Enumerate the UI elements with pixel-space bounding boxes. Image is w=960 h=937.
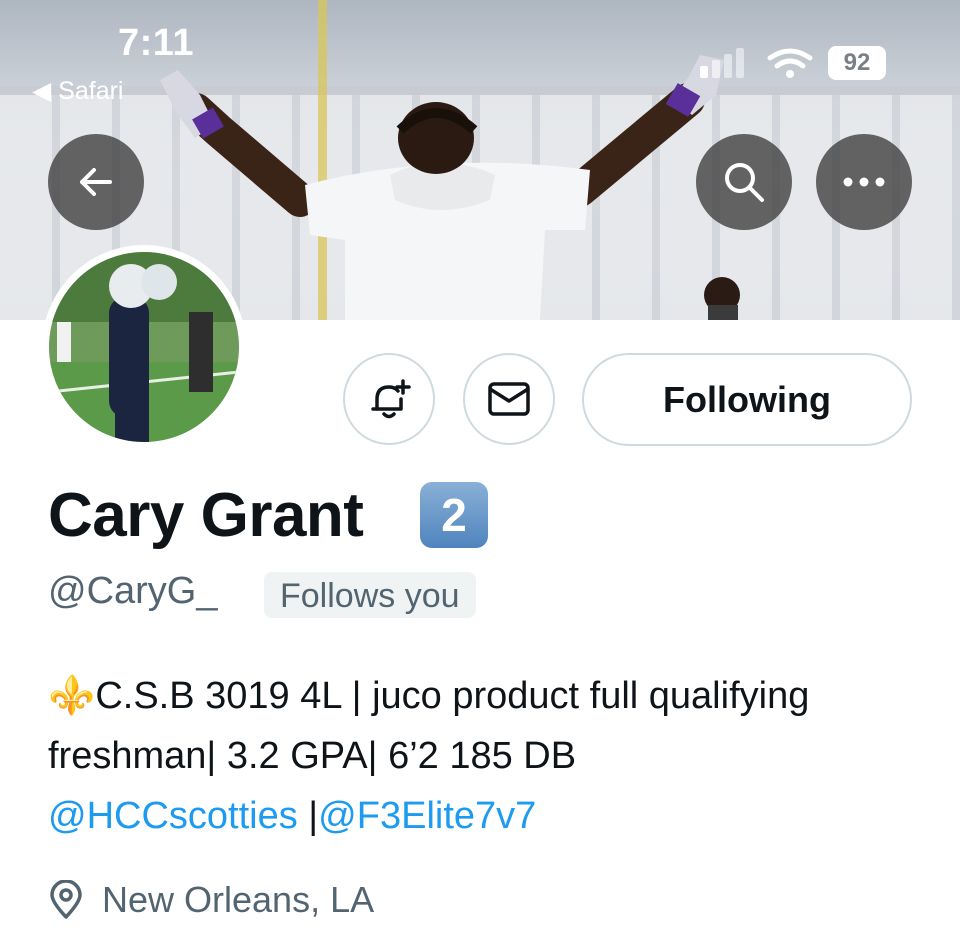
status-back-to-app[interactable]: ◀ Safari bbox=[32, 76, 123, 106]
bell-plus-icon bbox=[371, 379, 411, 419]
avatar-photo bbox=[49, 252, 239, 442]
avatar-image bbox=[49, 252, 239, 442]
notify-button[interactable] bbox=[343, 353, 435, 445]
arrow-left-icon bbox=[80, 168, 112, 196]
location-pin-icon bbox=[50, 880, 82, 919]
profile-handle: @CaryG_ bbox=[48, 570, 218, 612]
profile-bio: ⚜️C.S.B 3019 4L | juco product full qual… bbox=[48, 666, 928, 846]
status-back-label: Safari bbox=[58, 77, 124, 105]
fleur-de-lis-icon: ⚜️ bbox=[48, 675, 96, 717]
envelope-icon bbox=[488, 382, 530, 416]
search-icon bbox=[725, 163, 764, 202]
search-button[interactable] bbox=[696, 134, 792, 230]
more-horizontal-icon bbox=[843, 177, 885, 187]
back-triangle-icon: ◀ bbox=[32, 77, 59, 105]
message-button[interactable] bbox=[463, 353, 555, 445]
location-text: New Orleans, LA bbox=[102, 879, 375, 920]
more-button[interactable] bbox=[816, 134, 912, 230]
back-button[interactable] bbox=[48, 134, 144, 230]
following-button[interactable]: Following bbox=[582, 353, 912, 446]
keycap-badge: 2 bbox=[420, 482, 488, 548]
battery-indicator: 92 bbox=[828, 46, 886, 80]
bio-separator: | bbox=[297, 795, 319, 837]
profile-location: New Orleans, LA bbox=[48, 872, 374, 928]
profile-name: Cary Grant bbox=[48, 481, 364, 550]
bio-text: C.S.B 3019 4L | juco product full qualif… bbox=[48, 675, 810, 777]
bio-link-hccscotties[interactable]: @HCCscotties bbox=[48, 795, 298, 837]
bio-link-f3elite[interactable]: @F3Elite7v7 bbox=[318, 795, 536, 837]
status-time: 7:11 bbox=[118, 22, 194, 64]
avatar[interactable] bbox=[42, 245, 246, 449]
follows-you-badge: Follows you bbox=[264, 572, 476, 618]
